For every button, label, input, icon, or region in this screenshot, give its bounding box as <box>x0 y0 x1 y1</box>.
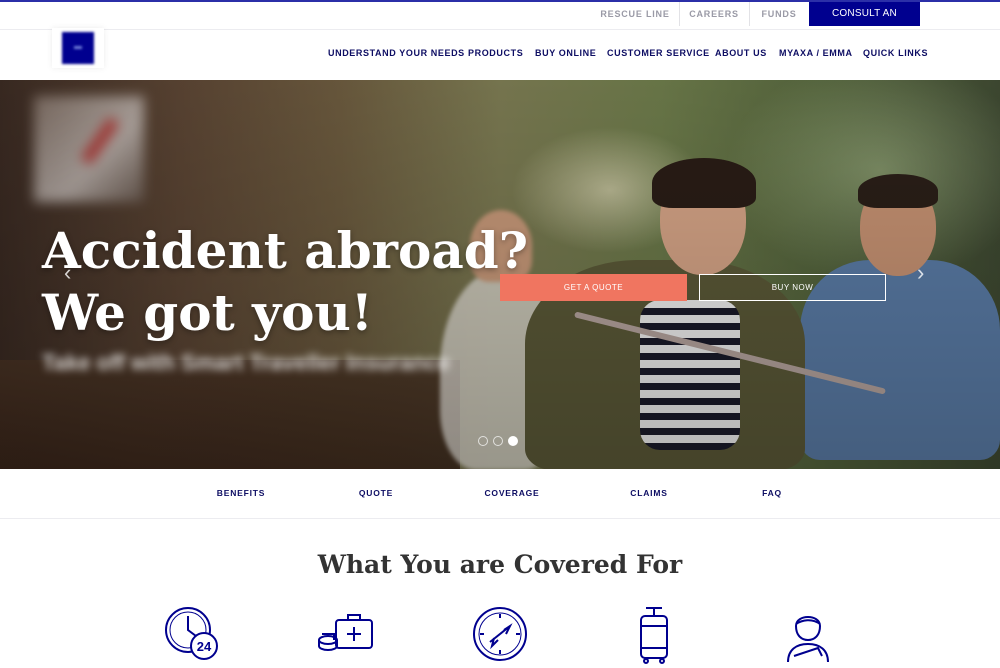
section-nav: BENEFITS QUOTE COVERAGE CLAIMS FAQ <box>0 469 1000 519</box>
hero-title-line-1: Accident abroad? <box>42 221 529 280</box>
covered-section-title: What You are Covered For <box>317 550 683 579</box>
carousel-prev-arrow-icon[interactable]: ‹ <box>64 260 71 286</box>
section-tab-claims[interactable]: CLAIMS <box>630 488 667 498</box>
clock-24-icon: 24 <box>162 604 222 664</box>
coverage-icon-row: 24 <box>0 604 1000 668</box>
injured-person-icon <box>778 604 838 664</box>
hero-title: Accident abroad? We got you! <box>42 220 562 344</box>
carousel-dot-3-active[interactable] <box>508 436 518 446</box>
hero-title-line-2: We got you! <box>42 283 373 342</box>
nav-understand-your-needs[interactable]: UNDERSTAND YOUR NEEDS <box>328 48 465 58</box>
utility-divider <box>0 29 1000 30</box>
section-tab-quote[interactable]: QUOTE <box>359 488 393 498</box>
nav-quick-links[interactable]: QUICK LINKS <box>863 48 928 58</box>
rescue-line-link[interactable]: RESCUE LINE <box>592 2 678 26</box>
carousel-dots <box>478 436 518 448</box>
nav-customer-service[interactable]: CUSTOMER SERVICE <box>607 48 710 58</box>
nav-about-us[interactable]: ABOUT US <box>715 48 767 58</box>
utility-bar: RESCUE LINE CAREERS FUNDS CONSULT AN ADV… <box>0 2 1000 43</box>
nav-products[interactable]: PRODUCTS <box>468 48 523 58</box>
careers-link[interactable]: CAREERS <box>680 2 748 26</box>
nav-myaxa-emma[interactable]: MYAXA / EMMA <box>779 48 853 58</box>
carousel-dot-2[interactable] <box>493 436 503 446</box>
hero-carousel: Accident abroad? We got you! Take off wi… <box>0 80 1000 469</box>
section-tab-coverage[interactable]: COVERAGE <box>484 488 539 498</box>
compass-plane-icon <box>470 604 530 664</box>
buy-now-button[interactable]: BUY NOW <box>699 274 886 301</box>
carousel-next-arrow-icon[interactable]: › <box>917 260 924 286</box>
clock-24-badge: 24 <box>197 639 212 654</box>
main-nav: UNDERSTAND YOUR NEEDS PRODUCTS BUY ONLIN… <box>0 48 1000 64</box>
medical-kit-icon <box>316 604 376 664</box>
funds-link[interactable]: FUNDS <box>750 2 808 26</box>
get-quote-button[interactable]: GET A QUOTE <box>500 274 687 301</box>
nav-buy-online[interactable]: BUY ONLINE <box>535 48 596 58</box>
hero-subtitle: Take off with Smart Traveller Insurance <box>42 350 450 375</box>
carousel-dot-1[interactable] <box>478 436 488 446</box>
section-tab-benefits[interactable]: BENEFITS <box>217 488 265 498</box>
section-tab-faq[interactable]: FAQ <box>762 488 782 498</box>
luggage-icon <box>624 604 684 664</box>
consult-advisor-button[interactable]: CONSULT AN ADVISOR <box>809 2 920 43</box>
